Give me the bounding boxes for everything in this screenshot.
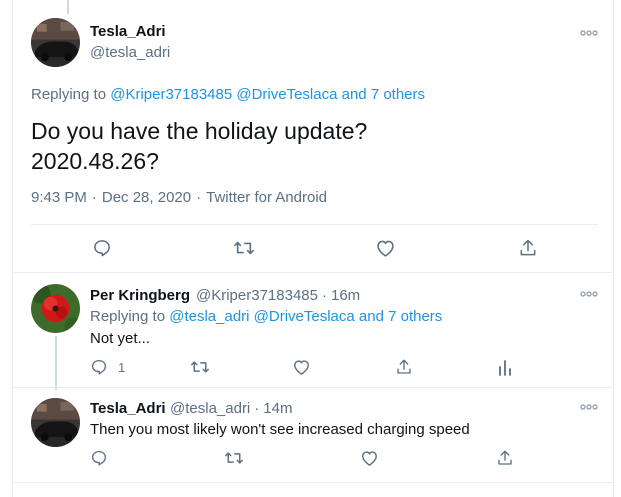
timeline-right-border xyxy=(613,0,614,497)
tweet-text-line: Do you have the holiday update? xyxy=(31,118,368,144)
divider xyxy=(12,272,614,273)
tweet-text-line: 2020.48.26? xyxy=(31,148,159,174)
more-dots-icon[interactable] xyxy=(580,29,598,39)
retweet-button[interactable] xyxy=(190,358,210,376)
avatar[interactable] xyxy=(31,398,80,447)
divider xyxy=(12,482,614,483)
tweet-source[interactable]: Twitter for Android xyxy=(206,189,327,206)
reply-count: 1 xyxy=(118,359,126,375)
author-handle[interactable]: @tesla_adri xyxy=(170,400,250,417)
share-button[interactable] xyxy=(496,449,514,467)
tweet-age[interactable]: 14m xyxy=(263,400,292,417)
share-icon xyxy=(498,450,512,465)
tweet-text: Do you have the holiday update? 2020.48.… xyxy=(31,116,367,176)
tweet-time[interactable]: 9:43 PM xyxy=(31,189,87,206)
replying-prefix: Replying to xyxy=(90,308,166,325)
retweet-icon xyxy=(234,241,254,255)
share-button[interactable] xyxy=(518,238,538,258)
heart-icon xyxy=(294,360,309,375)
author-handle[interactable]: @Kriper37183485 xyxy=(196,287,318,304)
retweet-button[interactable] xyxy=(233,238,255,258)
heart-icon xyxy=(362,451,377,466)
author-name[interactable]: Tesla_Adri xyxy=(90,400,166,417)
analytics-button[interactable] xyxy=(497,358,513,376)
tweet-age[interactable]: 16m xyxy=(331,287,360,304)
share-icon xyxy=(520,239,536,256)
divider xyxy=(12,387,614,388)
like-button[interactable] xyxy=(292,358,311,376)
reply-button[interactable]: 1 xyxy=(90,358,125,376)
like-button[interactable] xyxy=(375,238,396,258)
tweet-text: Not yet... xyxy=(90,330,151,347)
car-photo-avatar xyxy=(31,398,80,447)
reply-bubble-icon xyxy=(91,450,107,466)
share-icon xyxy=(397,359,411,374)
more-dots-icon[interactable] xyxy=(580,403,598,413)
replying-to-line: Replying to @Kriper37183485 @DriveTeslac… xyxy=(31,86,425,103)
tweet-text: Then you most likely won't see increased… xyxy=(90,421,470,438)
thread-line xyxy=(55,336,57,390)
replying-mentions-link[interactable]: @tesla_adri @DriveTeslaca and 7 others xyxy=(169,308,442,325)
divider xyxy=(31,224,598,225)
replying-mentions-link[interactable]: @Kriper37183485 @DriveTeslaca and 7 othe… xyxy=(110,86,425,103)
avatar[interactable] xyxy=(31,18,80,67)
reply-bubble-icon xyxy=(94,240,110,257)
author-meta: @Kriper37183485 · 16m xyxy=(196,287,361,304)
tweet-date[interactable]: Dec 28, 2020 xyxy=(102,189,191,206)
author-meta: @tesla_adri · 14m xyxy=(170,400,293,417)
timeline-left-border xyxy=(12,0,13,497)
avatar[interactable] xyxy=(31,284,80,333)
heart-icon xyxy=(377,240,394,257)
share-button[interactable] xyxy=(395,358,413,376)
more-dots-icon[interactable] xyxy=(580,290,598,300)
tweet-meta: 9:43 PM · Dec 28, 2020 · Twitter for Android xyxy=(31,189,327,206)
like-button[interactable] xyxy=(360,449,379,467)
retweet-icon xyxy=(191,361,209,373)
analytics-icon xyxy=(499,360,511,376)
author-name[interactable]: Tesla_Adri xyxy=(90,23,166,40)
reply-bubble-icon xyxy=(91,359,107,375)
retweet-icon xyxy=(225,452,243,464)
flower-photo-avatar xyxy=(31,284,80,333)
retweet-button[interactable] xyxy=(224,449,244,467)
author-name[interactable]: Per Kringberg xyxy=(90,287,190,304)
reply-button[interactable] xyxy=(92,238,112,258)
thread-line-top xyxy=(67,0,69,14)
replying-to-line: Replying to @tesla_adri @DriveTeslaca an… xyxy=(90,308,442,325)
car-photo-avatar xyxy=(31,18,80,67)
reply-button[interactable] xyxy=(90,449,108,467)
author-handle[interactable]: @tesla_adri xyxy=(90,44,170,61)
replying-prefix: Replying to xyxy=(31,86,107,103)
